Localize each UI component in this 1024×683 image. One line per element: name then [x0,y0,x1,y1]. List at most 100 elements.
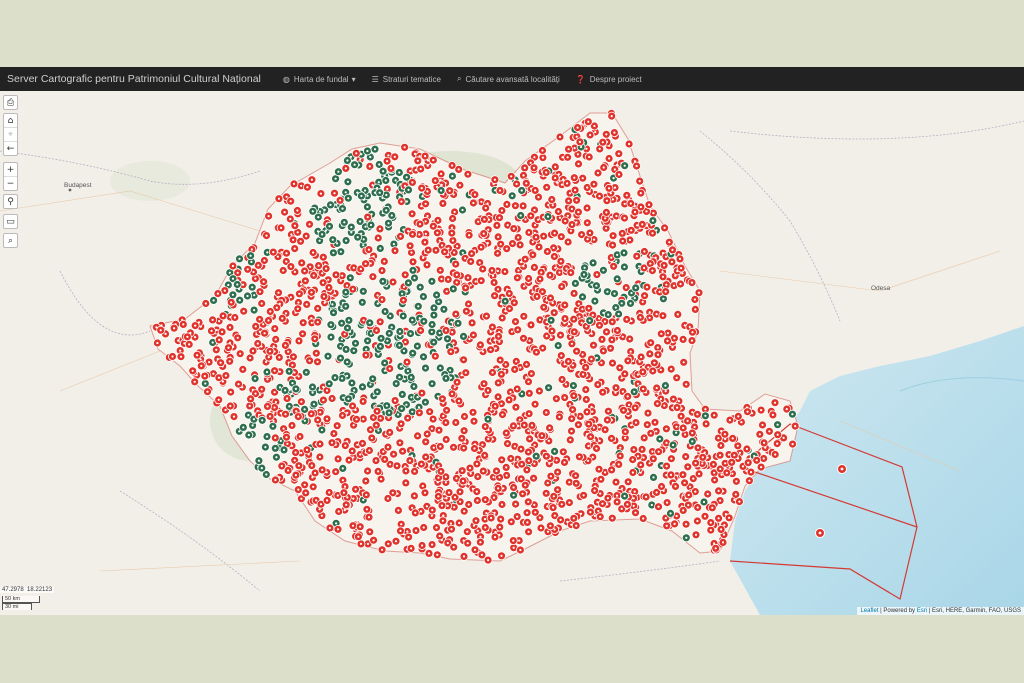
marker-center [265,360,268,364]
marker-center [470,252,473,255]
marker-center [369,383,372,386]
marker-center [450,226,454,229]
marker-center [520,189,523,192]
marker-center [762,457,765,460]
marker-center [325,267,328,270]
nav-thematic-layers[interactable]: ☰ Straturi tematice [364,75,449,84]
nav-basemap[interactable]: ◍ Harta de fundal ▾ [275,75,364,84]
map-canvas[interactable]: Budapest Odesa [0,91,1024,615]
marker-center [553,528,556,531]
marker-center [326,355,330,358]
marker-center [246,294,249,298]
back-arrow-icon[interactable]: ← [4,142,17,155]
marker-center [661,275,665,278]
marker-center [583,266,586,269]
marker-center [580,233,583,236]
marker-center [274,478,277,482]
marker-center [341,479,344,482]
marker-center [514,503,517,506]
marker-center [676,406,679,409]
leaflet-link[interactable]: Leaflet [860,608,878,614]
marker-center [370,436,373,440]
marker-center [684,433,687,436]
marker-center [452,446,455,449]
marker-center [661,314,665,317]
marker-center [253,294,256,297]
search-icon[interactable]: ⌕ [4,234,17,247]
marker-center [280,226,283,229]
home-icon[interactable]: ⌂ [4,114,17,128]
marker-center [575,482,578,485]
marker-center [670,457,673,460]
marker-center [341,377,344,380]
marker-center [593,124,596,128]
marker-center [453,210,456,214]
marker-center [439,366,442,370]
marker-center [619,454,622,457]
marker-center [556,488,559,491]
marker-center [655,386,658,390]
marker-center [664,290,667,293]
print-icon[interactable]: ⎙ [4,96,17,109]
offshore-marker[interactable] [815,528,825,538]
marker-center [479,535,482,538]
marker-center [250,260,253,263]
marker-center [361,442,364,445]
attribution-sources: | Esri, HERE, Garmin, FAO, USGS [927,608,1021,614]
app-title[interactable]: Server Cartografic pentru Patrimoniul Cu… [0,73,275,85]
marker-center [643,266,646,270]
marker-center [719,499,722,502]
marker-center [345,348,348,351]
marker-center [445,409,448,412]
marker-center [586,238,589,241]
marker-center [267,215,270,218]
marker-center [513,445,516,448]
marker-center [336,494,339,497]
marker-center [475,462,478,465]
marker-center [670,260,674,263]
marker-center [319,210,322,213]
offshore-marker[interactable] [837,464,847,474]
marker-center [738,500,741,503]
marker-center [418,411,421,414]
nav-advanced-search[interactable]: ⌕ Căutare avansată localități [449,74,568,84]
marker-center [309,265,312,268]
marker-center [527,530,530,533]
marker-center [333,376,337,379]
marker-center [763,441,766,444]
marker-center [604,217,607,220]
marker-center [173,327,176,330]
marker-center [437,476,440,479]
marker-center [489,348,492,351]
marker-center [623,495,626,498]
zoom-in-button[interactable]: + [4,163,17,177]
marker-center [549,475,553,478]
marker-center [359,158,362,161]
marker-center [375,424,378,427]
marker-center [706,492,709,496]
draw-rectangle-icon[interactable]: ▭ [4,215,17,228]
marker-center [484,498,487,501]
marker-center [503,270,506,273]
marker-center [660,464,663,467]
marker-center [391,491,394,494]
marker-center [328,491,331,494]
map-marker-icon[interactable]: ⚲ [4,195,17,208]
esri-link[interactable]: Esri [917,608,927,614]
marker-center [531,240,534,244]
zoom-out-button[interactable]: − [4,177,17,190]
locate-icon[interactable]: ⌖ [4,128,17,142]
marker-center [701,456,704,459]
marker-center [269,415,272,418]
marker-center [257,264,260,267]
marker-center [791,413,794,416]
nav-about[interactable]: ❓ Despre proiect [568,75,650,84]
marker-center [383,458,386,461]
marker-center [663,404,666,407]
marker-center [421,484,424,488]
marker-center [632,497,635,500]
marker-center [627,403,631,406]
marker-center [606,418,609,422]
marker-center [464,286,467,289]
marker-center [390,214,393,217]
